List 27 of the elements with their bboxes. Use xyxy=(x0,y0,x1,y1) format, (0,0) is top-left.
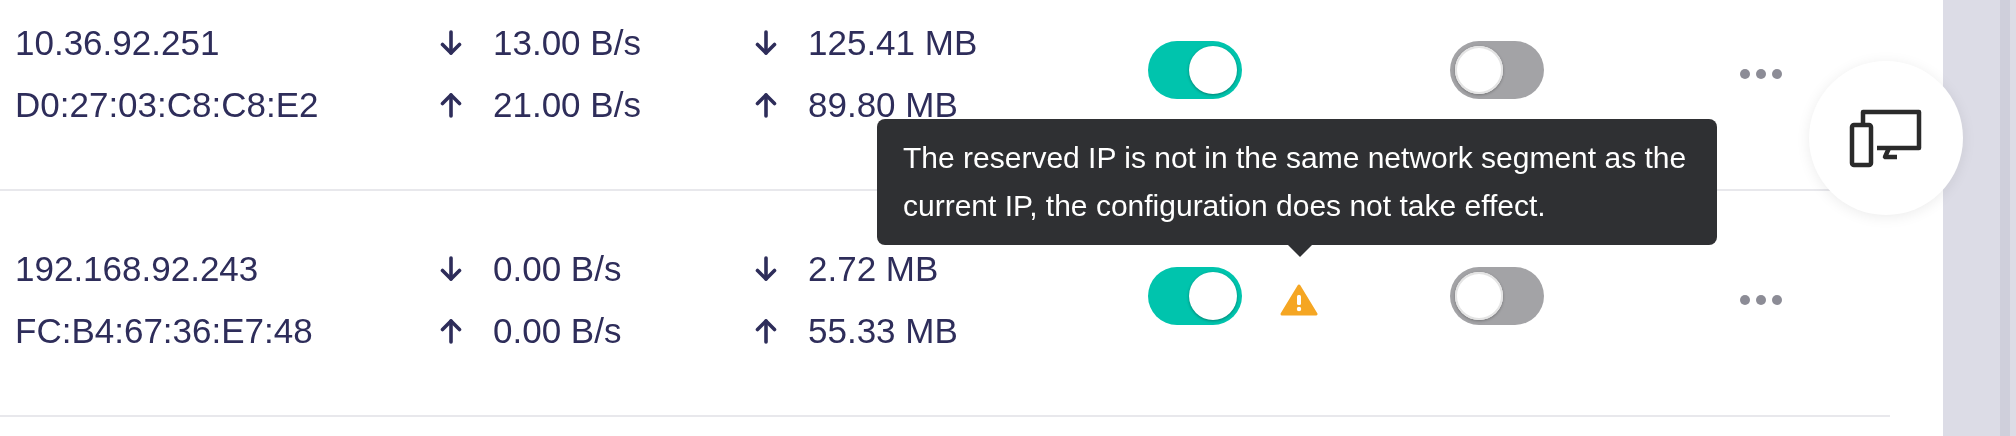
mac-address: D0:27:03:C8:C8:E2 xyxy=(15,84,320,126)
toggle-switch[interactable] xyxy=(1450,41,1544,99)
phone-monitor-icon xyxy=(1849,108,1923,168)
mac-address: FC:B4:67:36:E7:48 xyxy=(15,310,314,352)
download-total: 125.41 MB xyxy=(808,22,978,64)
up-arrow-icon xyxy=(755,91,777,119)
more-options-icon[interactable] xyxy=(1740,69,1782,79)
upload-total: 55.33 MB xyxy=(808,310,958,352)
up-arrow-icon xyxy=(755,317,777,345)
download-rate: 0.00 B/s xyxy=(493,248,622,290)
toggle-switch[interactable] xyxy=(1148,41,1242,99)
toggle-switch[interactable] xyxy=(1450,267,1544,325)
down-arrow-icon xyxy=(755,255,777,283)
upload-rate: 21.00 B/s xyxy=(493,84,641,126)
up-arrow-icon xyxy=(440,91,462,119)
more-options-icon[interactable] xyxy=(1740,295,1782,305)
download-rate: 13.00 B/s xyxy=(493,22,641,64)
warning-icon[interactable] xyxy=(1280,284,1318,316)
down-arrow-icon xyxy=(440,29,462,57)
up-arrow-icon xyxy=(440,317,462,345)
tooltip: The reserved IP is not in the same network segment as the current IP, the configuration does not take effect. xyxy=(877,119,1717,257)
ip-address: 192.168.92.243 xyxy=(15,248,260,290)
down-arrow-icon xyxy=(755,29,777,57)
upload-rate: 0.00 B/s xyxy=(493,310,622,352)
toggle-switch[interactable] xyxy=(1148,267,1242,325)
down-arrow-icon xyxy=(440,255,462,283)
ip-address: 10.36.92.251 xyxy=(15,22,221,64)
